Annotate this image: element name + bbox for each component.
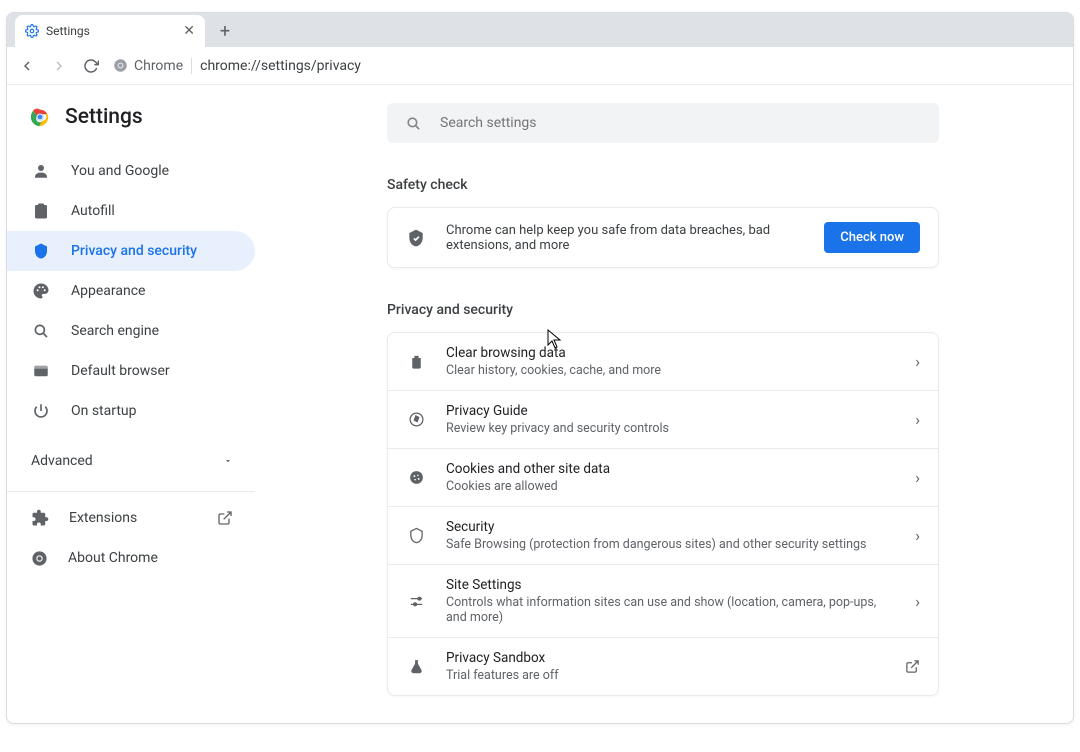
sidebar-item-label: Privacy and security bbox=[71, 243, 197, 259]
toolbar: Chrome chrome://settings/privacy bbox=[7, 47, 1073, 85]
puzzle-icon bbox=[31, 509, 49, 527]
open-in-new-icon bbox=[217, 510, 233, 526]
extensions-label: Extensions bbox=[69, 510, 137, 526]
row-subtitle: Controls what information sites can use … bbox=[446, 595, 895, 625]
row-security[interactable]: Security Safe Browsing (protection from d… bbox=[388, 506, 938, 564]
sidebar-item-label: Appearance bbox=[71, 283, 145, 299]
sidebar-item-label: You and Google bbox=[71, 163, 169, 179]
back-button[interactable] bbox=[13, 52, 41, 80]
row-title: Privacy Guide bbox=[446, 403, 895, 419]
tab-close-icon[interactable]: ✕ bbox=[183, 24, 195, 38]
row-subtitle: Trial features are off bbox=[446, 668, 885, 683]
row-clear-browsing-data[interactable]: Clear browsing data Clear history, cookie… bbox=[388, 333, 938, 390]
open-in-new-icon bbox=[905, 659, 920, 674]
palette-icon bbox=[31, 282, 51, 300]
chevron-down-icon bbox=[223, 456, 233, 466]
row-title: Privacy Sandbox bbox=[446, 650, 885, 666]
clipboard-icon bbox=[31, 202, 51, 220]
search-settings[interactable] bbox=[387, 103, 939, 143]
privacy-card: Clear browsing data Clear history, cookie… bbox=[387, 332, 939, 696]
person-icon bbox=[31, 162, 51, 180]
chevron-right-icon: › bbox=[915, 468, 920, 487]
tab-title: Settings bbox=[46, 24, 90, 38]
new-tab-button[interactable]: + bbox=[211, 17, 239, 45]
page-title: Settings bbox=[65, 105, 143, 129]
chrome-icon bbox=[29, 106, 51, 128]
shield-check-icon bbox=[406, 228, 426, 248]
sidebar-item-search-engine[interactable]: Search engine bbox=[7, 311, 255, 351]
row-cookies[interactable]: Cookies and other site data Cookies are a… bbox=[388, 448, 938, 506]
search-icon bbox=[31, 322, 51, 340]
tab-strip: Settings ✕ + bbox=[7, 13, 1073, 47]
sidebar-item-label: Autofill bbox=[71, 203, 115, 219]
safety-check-heading: Safety check bbox=[387, 177, 953, 193]
forward-button[interactable] bbox=[45, 52, 73, 80]
row-subtitle: Safe Browsing (protection from dangerous… bbox=[446, 537, 895, 552]
power-icon bbox=[31, 402, 51, 420]
sidebar-item-appearance[interactable]: Appearance bbox=[7, 271, 255, 311]
sidebar-item-label: Search engine bbox=[71, 323, 159, 339]
privacy-heading: Privacy and security bbox=[387, 302, 953, 318]
gear-icon bbox=[25, 24, 39, 38]
window-icon bbox=[31, 362, 51, 380]
url-text: chrome://settings/privacy bbox=[200, 58, 361, 74]
page-content: Settings You and Google Autofill Privacy… bbox=[7, 85, 1073, 723]
row-subtitle: Clear history, cookies, cache, and more bbox=[446, 363, 895, 378]
sidebar: Settings You and Google Autofill Privacy… bbox=[7, 85, 255, 723]
sidebar-item-extensions[interactable]: Extensions bbox=[7, 498, 255, 538]
sidebar-item-label: Default browser bbox=[71, 363, 170, 379]
cookie-icon bbox=[406, 469, 426, 486]
shield-outline-icon bbox=[406, 527, 426, 544]
address-bar[interactable]: Chrome chrome://settings/privacy bbox=[113, 58, 361, 74]
row-title: Clear browsing data bbox=[446, 345, 895, 361]
row-title: Site Settings bbox=[446, 577, 895, 593]
sidebar-item-you-and-google[interactable]: You and Google bbox=[7, 151, 255, 191]
main-panel: Safety check Chrome can help keep you sa… bbox=[255, 85, 1073, 723]
safety-text: Chrome can help keep you safe from data … bbox=[446, 223, 804, 253]
search-input[interactable] bbox=[440, 115, 921, 131]
trash-icon bbox=[406, 353, 426, 370]
sidebar-item-about-chrome[interactable]: About Chrome bbox=[7, 538, 255, 578]
chevron-right-icon: › bbox=[915, 352, 920, 371]
row-title: Security bbox=[446, 519, 895, 535]
chrome-mono-icon bbox=[113, 58, 128, 73]
sliders-icon bbox=[406, 593, 426, 610]
row-site-settings[interactable]: Site Settings Controls what information s… bbox=[388, 564, 938, 637]
shield-icon bbox=[31, 242, 51, 260]
sidebar-divider bbox=[7, 491, 255, 492]
row-subtitle: Review key privacy and security controls bbox=[446, 421, 895, 436]
safety-check-card: Chrome can help keep you safe from data … bbox=[387, 207, 939, 268]
row-privacy-sandbox[interactable]: Privacy Sandbox Trial features are off bbox=[388, 637, 938, 695]
search-icon bbox=[405, 115, 422, 132]
row-title: Cookies and other site data bbox=[446, 461, 895, 477]
browser-window: Settings ✕ + Chrome chrome://settings/pr… bbox=[6, 12, 1074, 724]
tab-settings[interactable]: Settings ✕ bbox=[15, 15, 205, 47]
chevron-right-icon: › bbox=[915, 410, 920, 429]
sidebar-menu: You and Google Autofill Privacy and secu… bbox=[7, 151, 255, 431]
row-privacy-guide[interactable]: Privacy Guide Review key privacy and secu… bbox=[388, 390, 938, 448]
sidebar-item-label: On startup bbox=[71, 403, 137, 419]
chrome-mono-icon bbox=[31, 550, 48, 567]
check-now-button[interactable]: Check now bbox=[824, 222, 920, 253]
sidebar-item-default-browser[interactable]: Default browser bbox=[7, 351, 255, 391]
chevron-right-icon: › bbox=[915, 592, 920, 611]
sidebar-item-on-startup[interactable]: On startup bbox=[7, 391, 255, 431]
product-label: Chrome bbox=[134, 58, 183, 74]
advanced-label: Advanced bbox=[31, 453, 93, 469]
about-label: About Chrome bbox=[68, 550, 158, 566]
brand: Settings bbox=[7, 105, 255, 147]
sidebar-advanced-toggle[interactable]: Advanced bbox=[7, 437, 255, 485]
chevron-right-icon: › bbox=[915, 526, 920, 545]
row-subtitle: Cookies are allowed bbox=[446, 479, 895, 494]
reload-button[interactable] bbox=[77, 52, 105, 80]
sidebar-item-privacy-security[interactable]: Privacy and security bbox=[7, 231, 255, 271]
compass-icon bbox=[406, 411, 426, 428]
sidebar-item-autofill[interactable]: Autofill bbox=[7, 191, 255, 231]
flask-icon bbox=[406, 658, 426, 675]
